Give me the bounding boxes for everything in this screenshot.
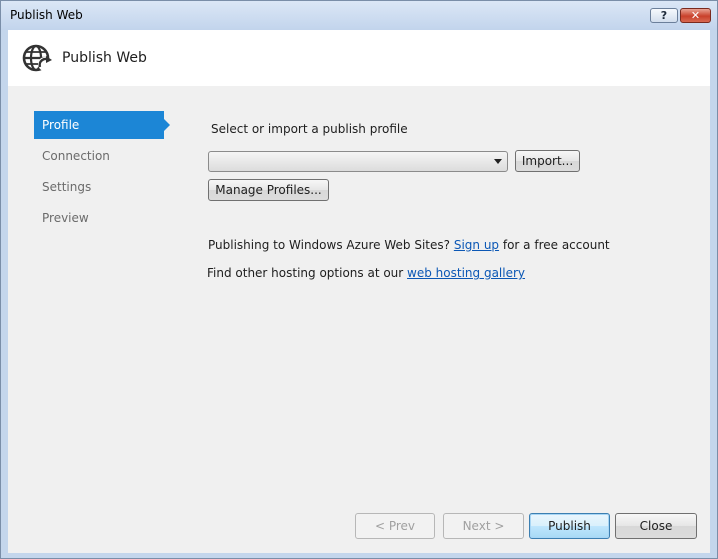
hosting-text-before: Find other hosting options at our xyxy=(207,266,408,280)
nav-item-label: Profile xyxy=(42,118,80,132)
web-hosting-gallery-link[interactable]: web hosting gallery xyxy=(407,266,525,280)
sign-up-link[interactable]: Sign up xyxy=(454,238,499,252)
wizard-nav: Profile Connection Settings Preview xyxy=(34,111,170,235)
nav-selected-arrow xyxy=(164,119,170,131)
nav-item-label: Preview xyxy=(42,211,89,225)
azure-text-after: for a free account xyxy=(499,238,610,252)
dialog-content: Profile Connection Settings Preview Sele… xyxy=(8,86,710,553)
dialog-header: Publish Web xyxy=(8,30,710,86)
publish-button[interactable]: Publish xyxy=(529,513,610,539)
hosting-options-text: Find other hosting options at our web ho… xyxy=(207,266,525,280)
nav-item-settings[interactable]: Settings xyxy=(34,173,164,201)
manage-profiles-button[interactable]: Manage Profiles... xyxy=(208,179,329,201)
close-button[interactable]: Close xyxy=(615,513,697,539)
azure-text-before: Publishing to Windows Azure Web Sites? xyxy=(208,238,454,252)
title-buttons: ? ✕ xyxy=(650,8,711,23)
window-close-button[interactable]: ✕ xyxy=(680,8,711,23)
azure-signup-text: Publishing to Windows Azure Web Sites? S… xyxy=(208,238,610,252)
publish-web-dialog: Publish Web ? ✕ Publish Web Profile Conn… xyxy=(0,0,718,559)
nav-item-label: Settings xyxy=(42,180,92,194)
prev-button[interactable]: < Prev xyxy=(355,513,435,539)
next-button[interactable]: Next > xyxy=(443,513,524,539)
nav-item-label: Connection xyxy=(42,149,110,163)
profile-dropdown[interactable] xyxy=(208,151,508,172)
globe-publish-icon xyxy=(22,44,52,72)
chevron-down-icon xyxy=(494,159,502,164)
header-title: Publish Web xyxy=(62,50,147,66)
import-button[interactable]: Import... xyxy=(515,150,580,172)
title-bar[interactable]: Publish Web ? ✕ xyxy=(1,1,717,30)
nav-item-preview[interactable]: Preview xyxy=(34,204,164,232)
window-title: Publish Web xyxy=(10,8,83,22)
help-button[interactable]: ? xyxy=(650,8,678,23)
nav-item-connection[interactable]: Connection xyxy=(34,142,164,170)
profile-select-label: Select or import a publish profile xyxy=(211,122,408,136)
nav-item-profile[interactable]: Profile xyxy=(34,111,170,139)
